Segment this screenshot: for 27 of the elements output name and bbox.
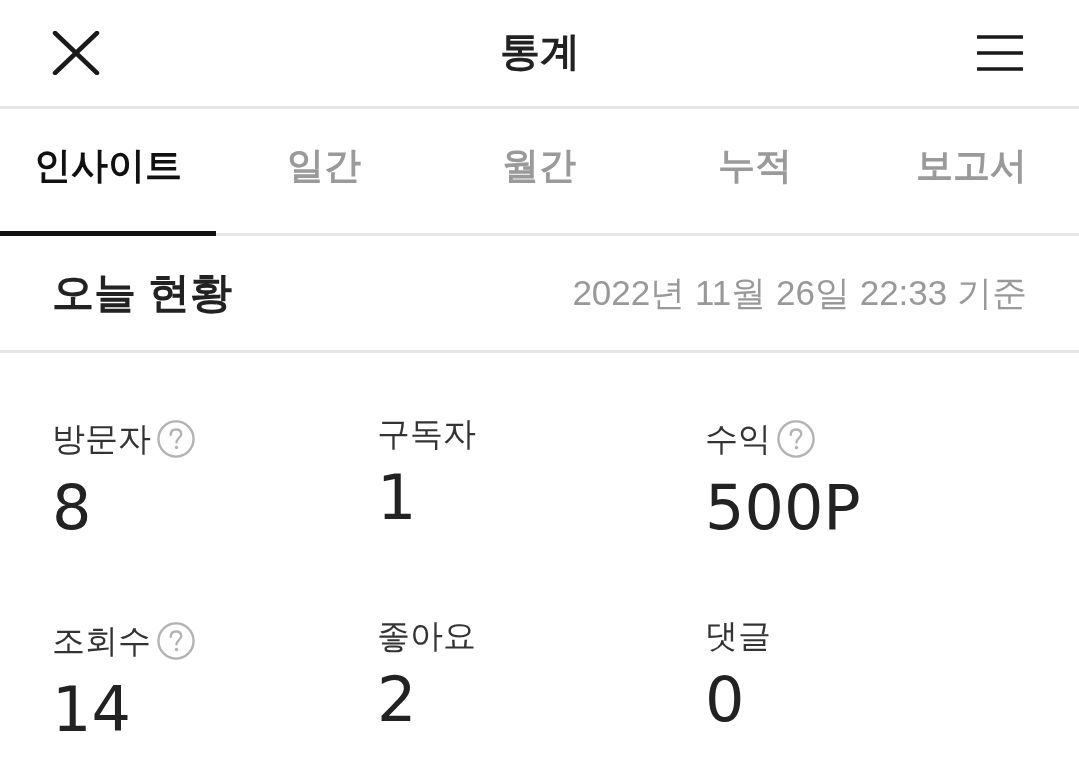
stat-label: 좋아요 bbox=[377, 617, 476, 656]
stat-label: 수익 bbox=[705, 420, 771, 458]
stat-label: 댓글 bbox=[705, 617, 771, 656]
close-icon bbox=[52, 31, 100, 75]
tab[interactable]: 일간 bbox=[215, 109, 432, 236]
section-title: 오늘 현황 bbox=[52, 268, 232, 318]
menu-button[interactable] bbox=[977, 35, 1023, 71]
help-icon[interactable] bbox=[157, 420, 195, 458]
stat-label: 방문자 bbox=[52, 420, 151, 458]
stat-value: 500P bbox=[705, 471, 862, 546]
stat-value: 14 bbox=[52, 673, 132, 748]
tab[interactable]: 인사이트 bbox=[0, 109, 216, 236]
stat-value: 0 bbox=[705, 663, 746, 738]
menu-icon bbox=[977, 35, 1023, 71]
stat-value: 8 bbox=[52, 471, 93, 546]
help-icon[interactable] bbox=[157, 622, 195, 661]
close-button[interactable] bbox=[52, 31, 100, 75]
help-icon[interactable] bbox=[777, 420, 815, 458]
stat-label: 조회수 bbox=[52, 622, 151, 661]
stat-label: 구독자 bbox=[377, 415, 476, 453]
stat-value: 1 bbox=[377, 461, 418, 536]
timestamp-text: 2022년 11월 26일 22:33 기준 bbox=[572, 271, 1027, 314]
page-title: 통계 bbox=[499, 28, 580, 76]
stat-value: 2 bbox=[377, 663, 418, 738]
tab[interactable]: 월간 bbox=[431, 109, 648, 236]
tab[interactable]: 누적 bbox=[647, 109, 864, 236]
tab[interactable]: 보고서 bbox=[863, 109, 1079, 236]
